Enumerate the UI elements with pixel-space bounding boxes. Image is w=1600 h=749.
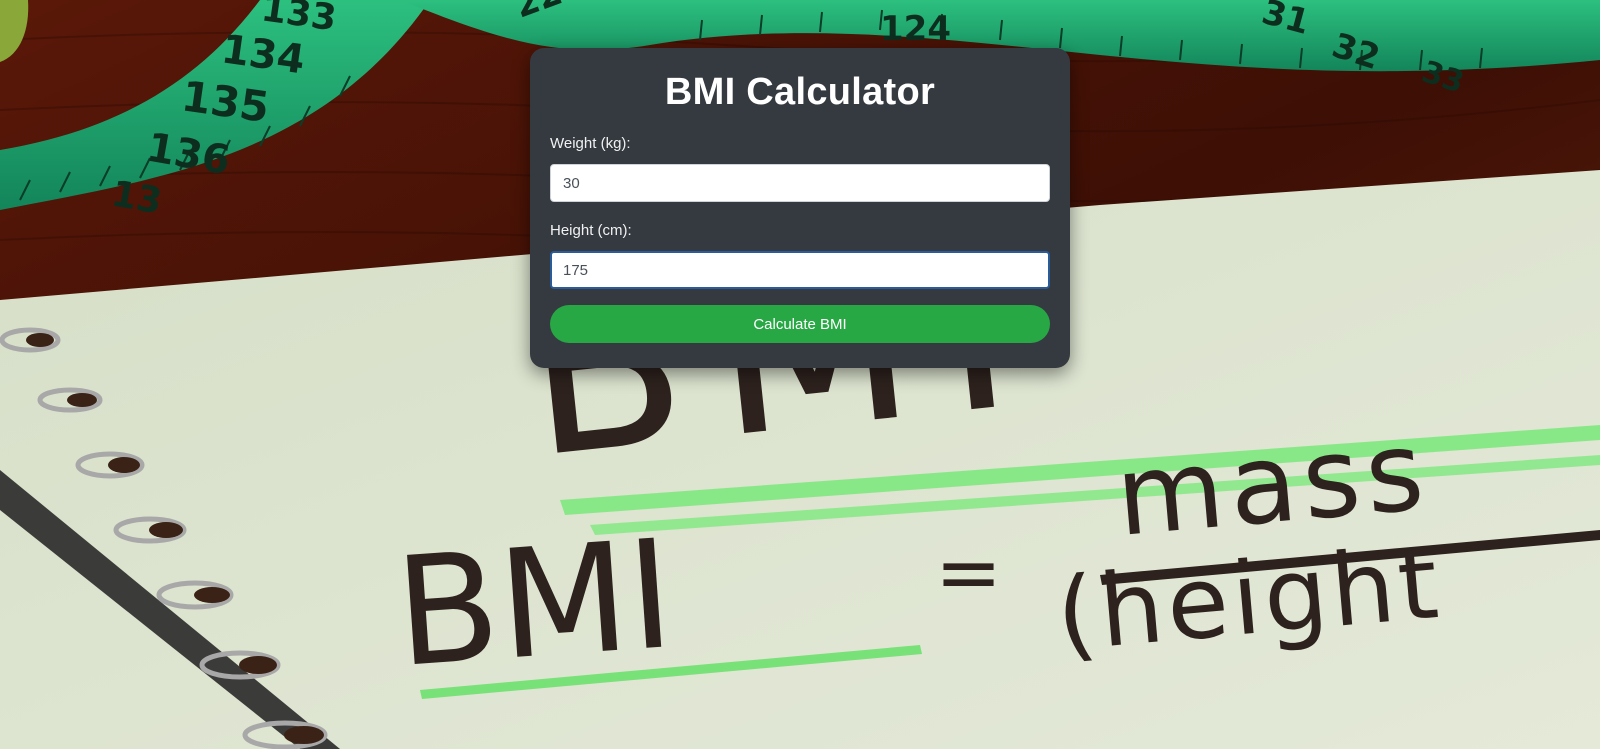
tape-number: 13 [108, 173, 164, 222]
tape-number: 124 [880, 9, 951, 49]
weight-input[interactable] [550, 164, 1050, 202]
height-input[interactable] [550, 251, 1050, 289]
calculator-title: BMI Calculator [664, 71, 936, 113]
calculate-bmi-button[interactable]: Calculate BMI [550, 305, 1050, 343]
formula-equals: = [935, 526, 1002, 619]
height-label: Height (cm): [550, 222, 632, 239]
bmi-calculator-card: BMI Calculator Weight (kg): Height (cm):… [530, 48, 1070, 368]
formula-left: BMI [390, 508, 678, 701]
weight-label: Weight (kg): [550, 135, 631, 152]
